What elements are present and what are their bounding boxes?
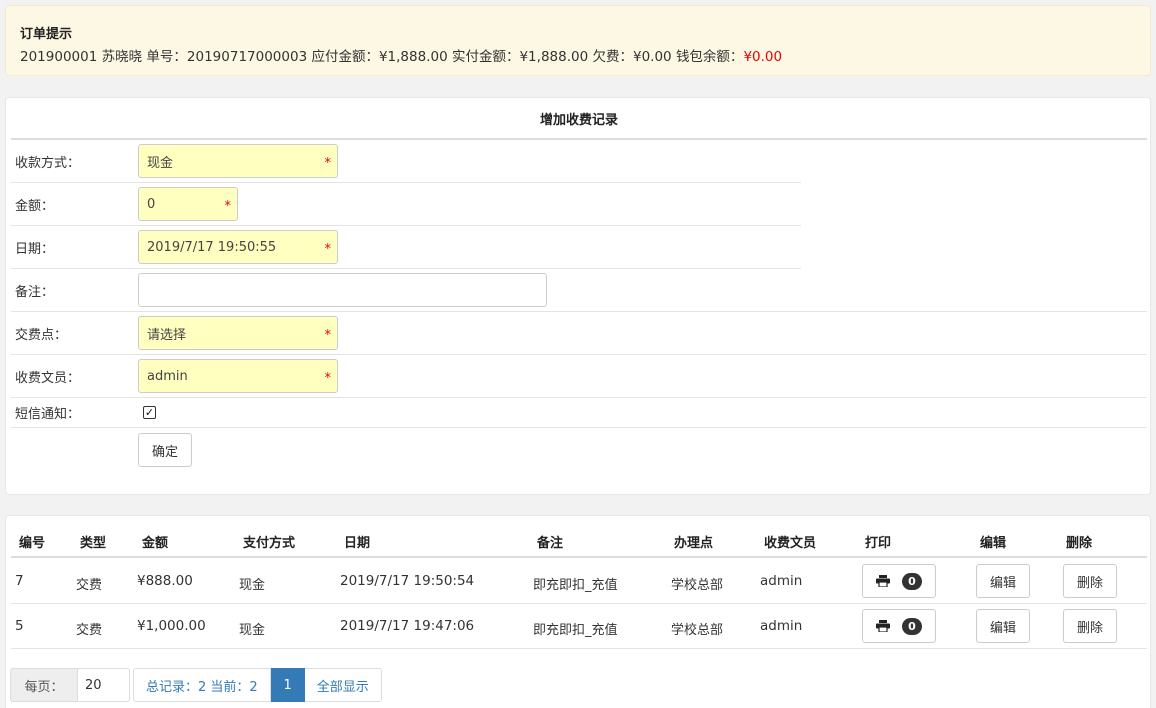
form-title: 增加收费记录	[11, 98, 1147, 140]
col-header-method: 支付方式	[243, 536, 296, 551]
per-page-label: 每页：	[10, 668, 78, 702]
cell-clerk: admin	[760, 573, 803, 589]
point-row: 交费点： 请选择 *	[11, 312, 1147, 355]
method-label: 收款方式：	[15, 155, 81, 171]
required-mark: *	[324, 156, 332, 171]
clerk-value: admin	[147, 368, 188, 384]
cell-point: 学校总部	[671, 623, 724, 638]
owed-amount: ¥0.00	[632, 49, 672, 65]
point-value: 请选择	[147, 327, 187, 343]
cell-amount: ¥888.00	[137, 573, 193, 589]
col-header-note: 备注	[537, 536, 564, 551]
paid-amount: ¥1,888.00	[519, 49, 589, 65]
cell-type: 交费	[76, 578, 103, 593]
paid-label: 实付金额：	[451, 49, 520, 65]
printer-icon	[876, 620, 890, 632]
clerk-row: 收费文员： admin *	[11, 355, 1147, 398]
page-1-button[interactable]: 1	[270, 668, 305, 702]
cell-method: 现金	[239, 623, 266, 638]
cell-id: 5	[15, 618, 24, 634]
cell-id: 7	[15, 573, 24, 589]
sms-checkbox[interactable]: ✓	[143, 406, 156, 419]
required-mark: *	[324, 242, 332, 257]
date-input[interactable]: 2019/7/17 19:50:55 *	[138, 230, 338, 264]
delete-button[interactable]: 删除	[1063, 564, 1117, 598]
per-page-input[interactable]: 20	[78, 668, 130, 702]
print-count-badge: 0	[902, 617, 922, 635]
order-no: 20190717000003	[186, 49, 308, 65]
required-mark: *	[324, 371, 332, 386]
payable-label: 应付金额：	[311, 49, 379, 65]
row-divider	[11, 603, 1147, 604]
col-header-clerk: 收费文员	[764, 536, 817, 551]
pagination: 每页： 20 总记录：2 当前：2 1 全部显示	[10, 668, 382, 702]
point-label: 交费点：	[15, 327, 68, 343]
edit-button[interactable]: 编辑	[976, 564, 1030, 598]
cell-note: 即充即扣_充值	[533, 623, 618, 638]
notice-title: 订单提示	[20, 27, 73, 42]
col-header-print: 打印	[865, 536, 892, 551]
owed-label: 欠费：	[592, 49, 633, 65]
cell-type: 交费	[76, 623, 103, 638]
student-id: 201900001	[20, 49, 98, 65]
cell-point: 学校总部	[671, 578, 724, 593]
print-button[interactable]: 0	[862, 609, 936, 643]
required-mark: *	[324, 328, 332, 343]
amount-input[interactable]: 0 *	[138, 187, 238, 221]
method-row: 收款方式： 现金 *	[11, 140, 801, 183]
date-row: 日期： 2019/7/17 19:50:55 *	[11, 226, 801, 269]
method-select[interactable]: 现金 *	[138, 144, 338, 178]
student-name: 苏晓晓	[101, 49, 143, 65]
cell-note: 即充即扣_充值	[533, 578, 618, 593]
clerk-label: 收费文员：	[15, 370, 81, 386]
printer-icon	[876, 575, 890, 587]
submit-button[interactable]: 确定	[138, 433, 192, 467]
cell-date: 2019/7/17 19:47:06	[340, 618, 475, 634]
wallet-balance: ¥0.00	[743, 49, 783, 65]
cell-clerk: admin	[760, 618, 803, 634]
amount-value: 0	[147, 196, 156, 212]
order-notice: 订单提示 201900001 苏晓晓 单号：20190717000003 应付金…	[5, 5, 1151, 76]
print-count-badge: 0	[902, 572, 922, 590]
clerk-select[interactable]: admin *	[138, 359, 338, 393]
col-header-id: 编号	[19, 536, 46, 551]
delete-button[interactable]: 删除	[1063, 609, 1117, 643]
col-header-date: 日期	[344, 536, 371, 551]
date-value: 2019/7/17 19:50:55	[147, 239, 277, 255]
cell-date: 2019/7/17 19:50:54	[340, 573, 475, 589]
note-label: 备注：	[15, 284, 55, 300]
amount-label: 金额：	[15, 198, 55, 214]
point-select[interactable]: 请选择 *	[138, 316, 338, 350]
amount-row: 金额： 0 *	[11, 183, 801, 226]
method-value: 现金	[147, 155, 174, 171]
order-label: 单号：	[146, 49, 187, 65]
date-label: 日期：	[15, 241, 55, 257]
note-row: 备注：	[11, 269, 1147, 312]
add-payment-panel: 增加收费记录 收款方式： 现金 * 金额： 0 * 日期： 2019/7/17 …	[5, 97, 1151, 495]
col-header-type: 类型	[80, 536, 107, 551]
cell-amount: ¥1,000.00	[137, 618, 206, 634]
payable-amount: ¥1,888.00	[378, 49, 448, 65]
check-icon: ✓	[144, 406, 155, 419]
col-header-delete: 删除	[1066, 536, 1093, 551]
wallet-label: 钱包余额：	[675, 49, 744, 65]
col-header-amount: 金额	[142, 536, 169, 551]
col-header-point: 办理点	[674, 536, 714, 551]
row-divider	[11, 648, 1147, 649]
header-divider	[11, 556, 1147, 558]
cell-method: 现金	[239, 578, 266, 593]
col-header-edit: 编辑	[980, 536, 1007, 551]
notice-details: 201900001 苏晓晓 单号：20190717000003 应付金额：¥1,…	[20, 45, 1136, 65]
edit-button[interactable]: 编辑	[976, 609, 1030, 643]
required-mark: *	[224, 199, 232, 214]
sms-label: 短信通知：	[15, 407, 81, 422]
show-all-button[interactable]: 全部显示	[304, 668, 382, 702]
record-summary: 总记录：2 当前：2	[133, 668, 271, 702]
print-button[interactable]: 0	[862, 564, 936, 598]
sms-row: 短信通知： ✓	[11, 398, 1147, 428]
note-input[interactable]	[138, 273, 547, 307]
